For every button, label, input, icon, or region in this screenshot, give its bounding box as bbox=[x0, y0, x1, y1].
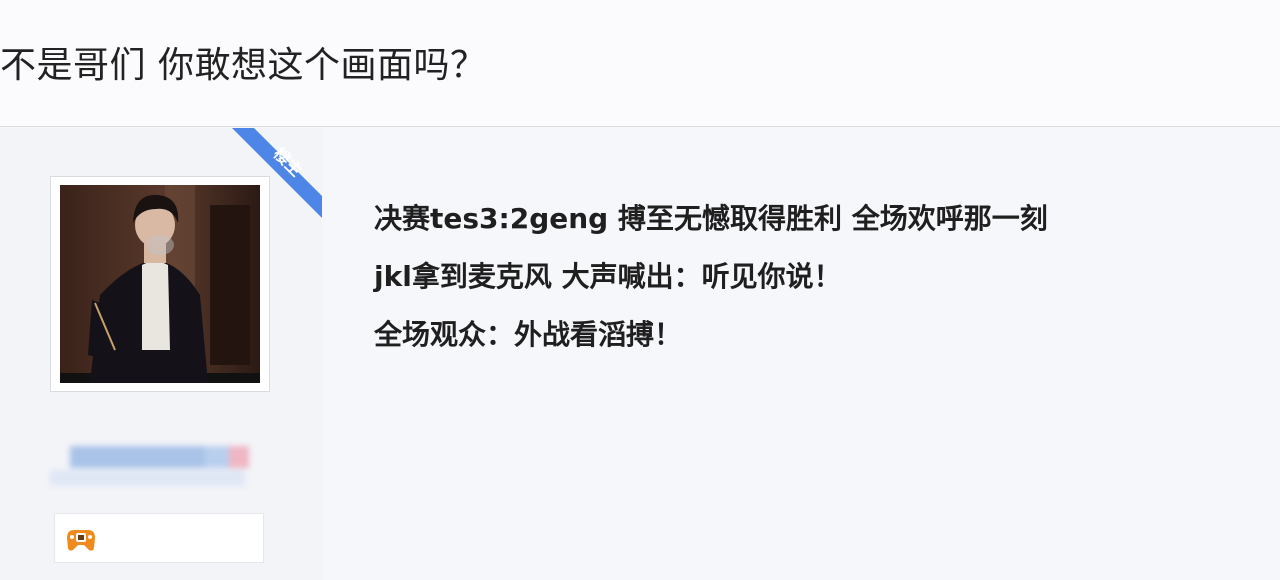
avatar-image bbox=[60, 185, 260, 383]
thread-title: 不是哥们 你敢想这个画面吗？ bbox=[0, 45, 487, 86]
post-line: jkl拿到麦克风 大声喊出：听见你说！ bbox=[374, 260, 842, 293]
gamepad-icon bbox=[67, 530, 95, 551]
avatar-photo bbox=[60, 185, 260, 383]
original-poster-ribbon: 楼主 bbox=[232, 128, 322, 218]
post-content: 决赛tes3:2geng 搏至无憾取得胜利 全场欢呼那一刻 jkl拿到麦克风 大… bbox=[374, 190, 1048, 364]
user-badge[interactable] bbox=[54, 513, 264, 563]
thread-title-bar: 不是哥们 你敢想这个画面吗？ bbox=[0, 0, 1280, 127]
post-line: 决赛tes3:2geng 搏至无憾取得胜利 全场欢呼那一刻 bbox=[374, 202, 1048, 235]
post-line: 全场观众：外战看滔搏！ bbox=[374, 318, 683, 351]
post-area: 楼主 决赛tes3:2geng 搏至无憾取得胜利 全场欢呼那一刻 jkl拿到麦克… bbox=[0, 128, 1280, 580]
username-blurred[interactable] bbox=[50, 444, 250, 490]
